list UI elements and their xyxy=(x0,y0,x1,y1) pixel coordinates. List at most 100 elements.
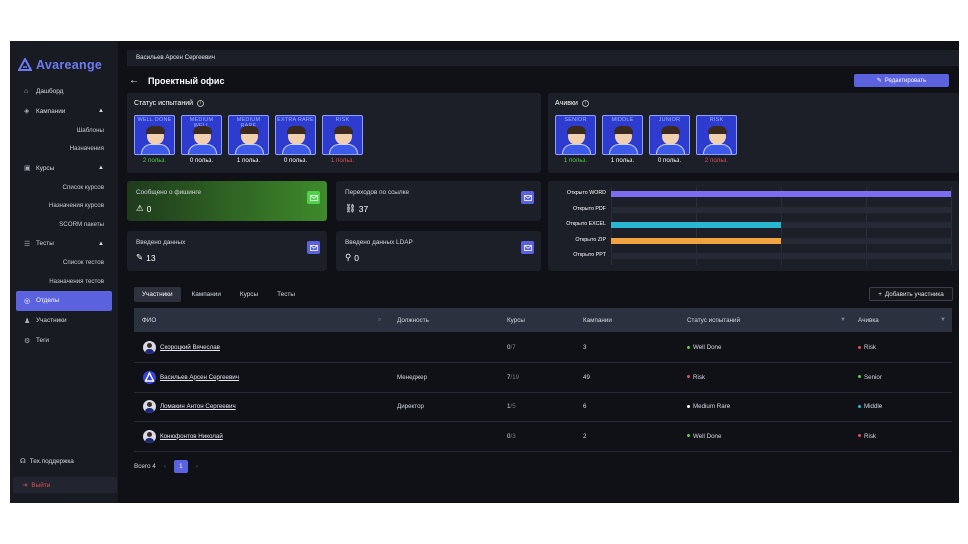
sidebar-subitem-course-list[interactable]: Список курсов xyxy=(16,178,112,197)
test-icon: ☰ xyxy=(24,240,31,248)
column-header-name[interactable]: ФИО xyxy=(142,317,156,324)
participant-status: Well Done xyxy=(687,433,721,440)
metric-value: ⚲ 0 xyxy=(345,252,359,263)
badge-image: RISK xyxy=(696,115,737,155)
badge-count: 1 польз. xyxy=(236,157,261,164)
logo[interactable]: Avareange xyxy=(18,58,102,72)
badge-item[interactable]: EXTRA RARE 0 польз. xyxy=(275,115,316,164)
badge-body xyxy=(188,144,217,154)
badge-item[interactable]: RISK 2 польз. xyxy=(696,115,737,164)
tab-0[interactable]: Участники xyxy=(134,287,181,302)
mail-icon[interactable] xyxy=(307,191,320,204)
badge-label: EXTRA RARE xyxy=(277,117,314,123)
edit-label: Редактировать xyxy=(884,77,927,84)
mail-icon[interactable] xyxy=(521,191,534,204)
sidebar-item-tests[interactable]: ☰ Тесты ▲ xyxy=(16,234,112,254)
badge-image: SENIOR xyxy=(555,115,596,155)
sidebar-subitem-templates[interactable]: Шаблоны xyxy=(16,121,112,140)
bar-fill xyxy=(611,191,951,197)
tab-3[interactable]: Тесты xyxy=(269,287,303,302)
sidebar-item-participants[interactable]: ♟ Участники xyxy=(16,311,112,331)
chevron-up-icon: ▲ xyxy=(98,108,104,114)
table-row[interactable]: Васильев Арсен Сергеевич Менеджер 7/19 49 Ri… xyxy=(134,363,952,393)
status-text: Well Done xyxy=(693,432,722,440)
prev-page-icon[interactable]: ‹ xyxy=(164,463,166,470)
logout-button[interactable]: ⇥ Выйти xyxy=(13,477,117,493)
tab-2[interactable]: Курсы xyxy=(232,287,266,302)
tab-1[interactable]: Кампании xyxy=(184,287,229,302)
column-header-courses[interactable]: Курсы xyxy=(507,317,525,324)
badge-item[interactable]: SENIOR 1 польз. xyxy=(555,115,596,164)
badge-item[interactable]: MEDIUM WELL 0 польз. xyxy=(181,115,222,164)
courses-total: 7 xyxy=(512,344,516,351)
achievement-badges: SENIOR 1 польз. MIDDLE 1 польз. JUNIOR 0 поль… xyxy=(555,115,737,164)
support-link[interactable]: ☊ Тех.поддержка xyxy=(20,457,74,466)
filter-icon[interactable]: ▼ xyxy=(940,317,946,323)
pagination: Всего 4 ‹ 1 › xyxy=(134,460,198,473)
badge-hair xyxy=(146,126,165,134)
badge-count: 1 польз. xyxy=(330,157,355,164)
badge-item[interactable]: WELL DONE 2 польз. xyxy=(134,115,175,164)
sidebar-item-courses[interactable]: ▣ Курсы ▲ xyxy=(16,158,112,178)
column-header-campaigns[interactable]: Кампании xyxy=(583,317,612,324)
page-button-current[interactable]: 1 xyxy=(173,460,188,473)
participant-name[interactable]: Васильев Арсен Сергеевич xyxy=(160,374,239,381)
sidebar-subitem-assignments[interactable]: Назначения xyxy=(16,140,112,159)
info-icon[interactable]: i xyxy=(197,100,205,107)
table-row[interactable]: Скороцкий Вячеслав 0/7 3 Well Done Risk xyxy=(134,333,952,363)
mail-icon[interactable] xyxy=(521,241,534,254)
sidebar-nav: ⌂ Дашборд ◈ Кампании ▲ Шаблоны Назначения ▣… xyxy=(16,81,112,351)
status-dot xyxy=(687,375,690,379)
metric-value-text: 13 xyxy=(146,252,156,263)
courses-total: 3 xyxy=(512,432,516,440)
bar-track xyxy=(611,253,951,259)
sidebar-item-campaigns[interactable]: ◈ Кампании ▲ xyxy=(16,101,112,121)
sidebar-subitem-course-assignments[interactable]: Назначения курсов xyxy=(16,197,112,216)
edit-icon: ✎ xyxy=(136,252,144,262)
sidebar-subitem-scorm[interactable]: SCORM пакеты xyxy=(16,215,112,234)
info-icon[interactable]: i xyxy=(581,100,589,107)
metric-data-entered: Введено данных ✎ 13 xyxy=(127,231,327,271)
user-bar: Васильев Арсен Сергеевич xyxy=(127,50,959,66)
avatar xyxy=(143,429,156,443)
table-row[interactable]: Ломакин Антон Сергеевич Директор 1/5 6 Mediu… xyxy=(134,392,952,422)
add-participant-button[interactable]: + Добавить участника xyxy=(869,287,953,301)
mail-icon[interactable] xyxy=(307,241,320,254)
participant-name[interactable]: Скороцкий Вячеслав xyxy=(160,344,220,351)
badge-image: JUNIOR xyxy=(649,115,690,155)
edit-button[interactable]: ✎ Редактировать xyxy=(854,74,949,87)
achievement-dot xyxy=(858,404,861,408)
participant-status: Medium Rare xyxy=(687,403,730,410)
column-header-achievement[interactable]: Ачивка xyxy=(858,317,879,324)
participant-achievement: Risk xyxy=(858,344,876,351)
table-row[interactable]: Конюфонтов Николай 0/3 2 Well Done Risk xyxy=(134,422,952,452)
badge-hair xyxy=(287,126,306,134)
next-page-icon[interactable]: › xyxy=(196,463,198,470)
participant-name[interactable]: Ломакин Антон Сергеевич xyxy=(160,403,236,410)
sidebar-subitem-test-list[interactable]: Список тестов xyxy=(16,254,112,273)
badge-item[interactable]: MEDIUM RARE 1 польз. xyxy=(228,115,269,164)
badge-label: WELL DONE xyxy=(137,117,172,123)
back-arrow-icon[interactable]: ← xyxy=(129,75,139,86)
participant-position: Менеджер xyxy=(397,373,428,381)
badge-item[interactable]: JUNIOR 0 польз. xyxy=(649,115,690,164)
sidebar-item-departments[interactable]: ◎ Отделы xyxy=(16,290,112,311)
participant-name[interactable]: Конюфонтов Николай xyxy=(160,433,223,440)
sidebar-subitem-test-assignments[interactable]: Назначения тестов xyxy=(16,272,112,291)
avatar-head xyxy=(147,431,152,437)
column-header-status[interactable]: Статус испытаний xyxy=(687,317,740,324)
achievement-text: Risk xyxy=(864,344,877,351)
avatar-head xyxy=(147,402,152,407)
badge-item[interactable]: RISK 1 польз. xyxy=(322,115,363,164)
sidebar-item-dashboard[interactable]: ⌂ Дашборд xyxy=(16,81,112,101)
avatar xyxy=(143,400,156,413)
bar-label: Открыто PDF xyxy=(573,205,606,212)
sidebar-item-tags[interactable]: ⚙ Теги xyxy=(16,331,112,351)
main-content: Васильев Арсен Сергеевич ← Проектный офис… xyxy=(127,41,959,503)
search-icon[interactable]: ⌕ xyxy=(378,317,381,324)
column-header-position[interactable]: Должность xyxy=(397,317,429,324)
badge-item[interactable]: MIDDLE 1 польз. xyxy=(602,115,643,164)
bar-track xyxy=(611,191,951,197)
achievement-dot xyxy=(858,375,861,379)
filter-icon[interactable]: ▼ xyxy=(840,317,846,323)
